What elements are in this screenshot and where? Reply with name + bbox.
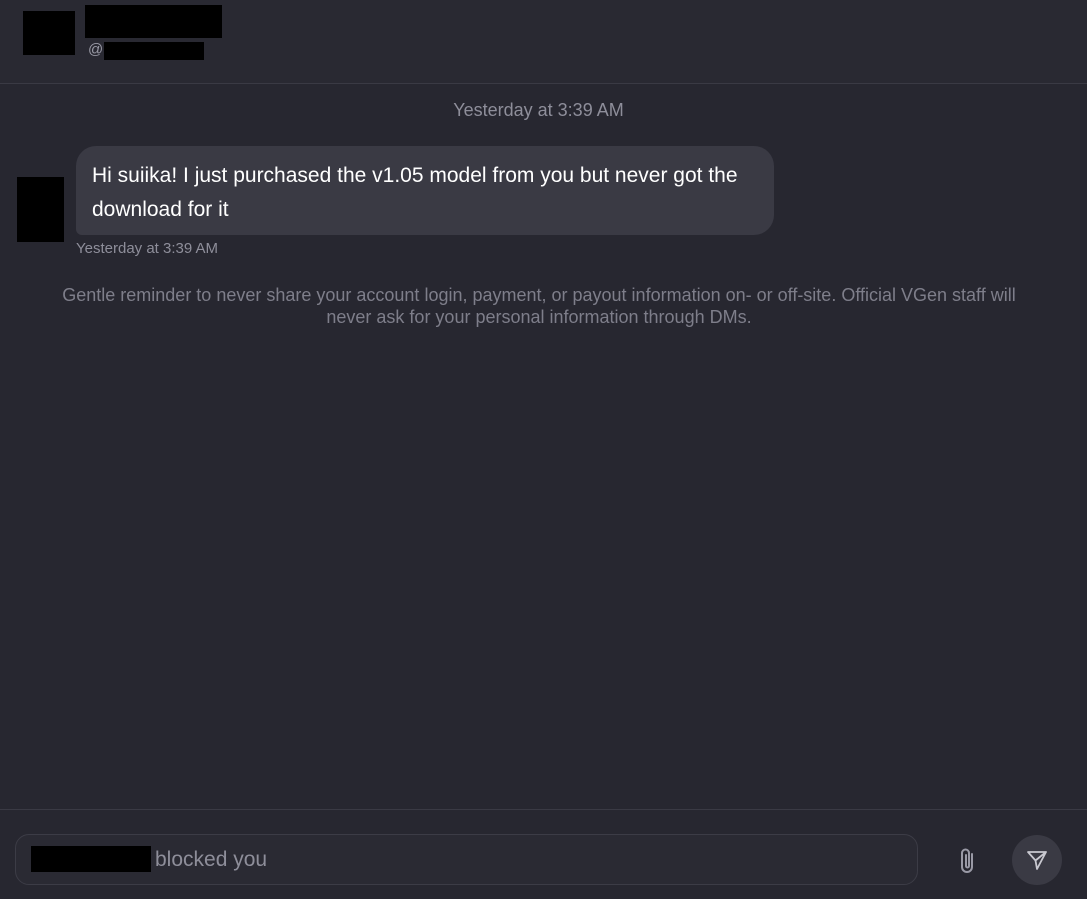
contact-name-redacted[interactable] <box>85 5 222 38</box>
chat-header: @ <box>0 0 1087 84</box>
chat-window: @ Yesterday at 3:39 AM Hi suiika! I just… <box>0 0 1087 899</box>
message-sender-avatar[interactable] <box>17 177 64 242</box>
paperclip-icon <box>961 848 973 873</box>
send-button[interactable] <box>1012 835 1062 885</box>
message-timestamp: Yesterday at 3:39 AM <box>76 240 219 257</box>
contact-avatar[interactable] <box>23 11 75 55</box>
blocker-name-redacted <box>31 846 151 872</box>
date-divider: Yesterday at 3:39 AM <box>453 100 624 120</box>
blocked-status-text: blocked you <box>155 848 268 871</box>
send-icon <box>1027 851 1047 870</box>
safety-notice: Gentle reminder to never share your acco… <box>62 285 1016 327</box>
contact-handle-prefix: @ <box>88 41 104 58</box>
attach-button[interactable] <box>954 844 982 878</box>
contact-handle-redacted <box>104 42 204 60</box>
message-bubble: Hi suiika! I just purchased the v1.05 mo… <box>76 146 774 235</box>
